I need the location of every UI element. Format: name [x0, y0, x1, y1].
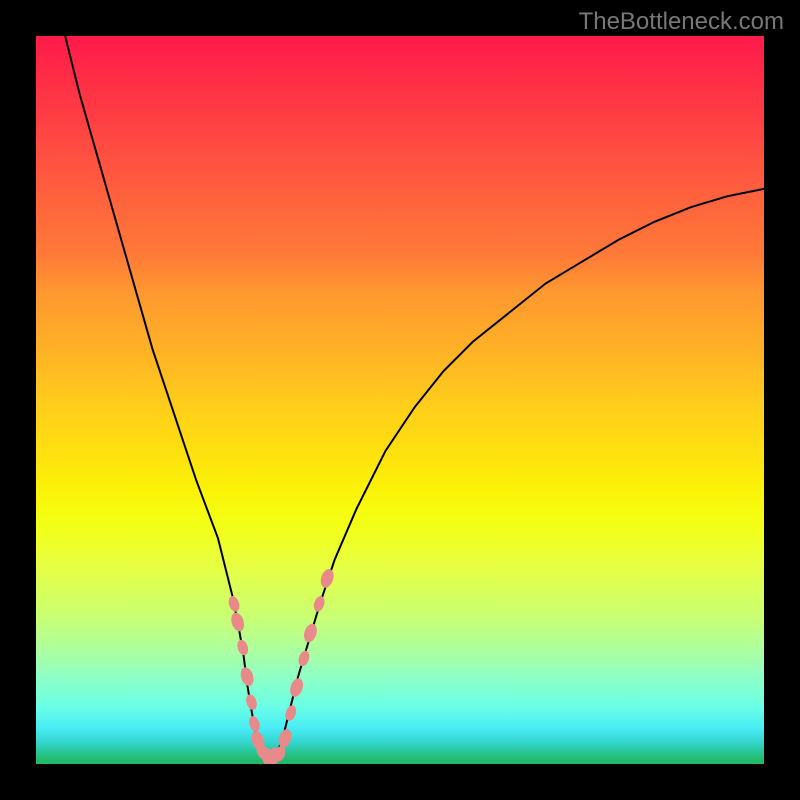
plot-gradient-area — [36, 36, 764, 764]
data-marker — [312, 595, 326, 613]
curve-right-branch — [276, 189, 764, 757]
data-marker — [284, 704, 298, 722]
data-marker — [227, 595, 241, 613]
curve-group — [65, 36, 764, 757]
data-marker — [244, 693, 258, 711]
data-marker — [319, 567, 336, 589]
curve-left-branch — [65, 36, 262, 757]
chart-svg — [36, 36, 764, 764]
watermark-text: TheBottleneck.com — [579, 8, 784, 36]
data-marker — [236, 638, 250, 656]
data-marker — [297, 649, 311, 667]
data-marker — [247, 715, 261, 733]
data-marker — [288, 677, 305, 699]
data-marker — [302, 622, 319, 644]
marker-group — [227, 567, 336, 764]
data-marker — [238, 666, 255, 688]
data-marker — [229, 611, 246, 633]
